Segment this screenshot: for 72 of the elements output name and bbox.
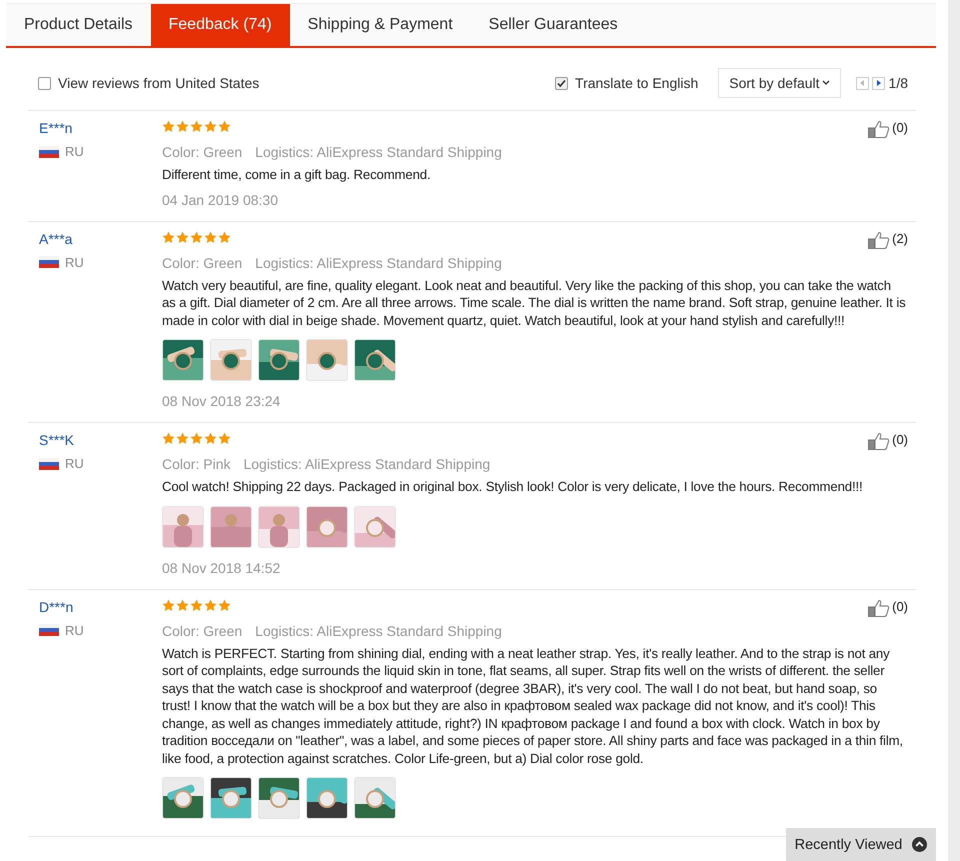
flag-icon [39,624,59,636]
star-icon [162,120,175,133]
country-code: RU [65,622,84,638]
thumbs-up-icon[interactable] [868,598,890,616]
flag-icon [39,146,59,158]
logistics-info: Logistics: AliExpress Standard Shipping [255,254,502,270]
star-icon [176,432,189,445]
logistics-info: Logistics: AliExpress Standard Shipping [255,622,502,638]
star-icon [162,598,175,612]
star-icon [190,230,203,244]
star-icon [176,230,189,244]
left-arrow-icon [860,80,865,86]
country-code: RU [65,254,84,270]
chevron-up-icon [912,837,928,852]
checkbox[interactable] [555,76,568,90]
review-text: Watch very beautiful, are fine, quality elegant. Look neat and beautiful. Very like the packing of this shop, you can take the watch as a gift. Dial diameter of 2 cm. Are all three arrows. Time scale. The dial is written the name brand. Soft strap, genuine leather. It is made in color with dial in beige shade. Movement quartz, quiet. Watch beautiful, look at your hand stylish and carefully!!! [162,276,907,329]
star-icon [218,598,231,612]
reviewer-name[interactable]: A***a [39,230,162,246]
checkbox-label: Translate to English [575,75,698,91]
check-icon [557,78,566,88]
color-info: Color: Green [162,622,242,638]
star-icon [190,120,203,133]
right-arrow-icon [876,80,881,86]
reviewer-name[interactable]: S***K [39,432,162,448]
helpful-count: (2) [892,230,908,246]
review-text: Different time, come in a gift bag. Recommend. [162,166,432,184]
helpful-count: (0) [892,432,908,447]
thumbs-up-icon[interactable] [868,120,890,138]
checkbox[interactable] [38,76,51,90]
color-info: Color: Green [162,144,242,160]
review-text: Cool watch! Shipping 22 days. Packaged in original box. Stylish look! Color is very delicate, I love the hours. Recommend!!! [162,478,864,496]
star-icon [204,598,217,612]
star-icon [218,230,231,244]
reviewer-name[interactable]: D***n [39,598,162,614]
tab[interactable]: Product Details [6,4,150,46]
tab[interactable]: Shipping & Payment [290,4,471,46]
star-icon [204,120,217,133]
caret-icon [822,80,830,86]
star-icon [218,120,231,133]
star-icon [176,120,189,133]
star-icon [176,598,189,612]
recently-viewed-button[interactable]: Recently Viewed [786,828,936,861]
checkbox-label: View reviews from United States [58,75,260,91]
review-date: 08 Nov 2018 23:24 [162,393,282,409]
star-icon [162,230,175,244]
helpful-count: (0) [892,120,908,135]
helpful-count: (0) [892,598,908,614]
star-icon [218,432,231,445]
star-icon [162,432,175,445]
logistics-info: Logistics: AliExpress Standard Shipping [243,456,490,472]
flag-icon [39,458,59,470]
flag-icon [39,256,59,268]
reviewer-name[interactable]: E***n [39,120,162,136]
star-icon [190,432,203,445]
country-code: RU [65,144,84,159]
next-page-button[interactable] [872,76,885,90]
tab[interactable]: Feedback (74) [150,4,290,46]
thumbs-up-icon[interactable] [868,230,890,248]
color-info: Color: Green [162,254,242,270]
page-indicator: 1/8 [888,75,908,91]
star-icon [204,432,217,445]
review-text: Watch is PERFECT. Starting from shining dial, ending with a neat leather strap. Yes, it's really leather. And to the strap is not any sort of complaints, edge surrounds the liquid skin in tone, flat seams, all super. Strap fits well on the wrists of different. the seller says that the watch case is shockproof and waterproof (degree 3BAR), it's very cool. The wall I do not beat, but hand soap, so trust! I know that the watch will be a box but they are also in крафтовом sealed wax package did not know, and it's cool)! This change, as well as changes immediately attitude, right?) IN крафтовом package I and found a box with clock. Watch in box by tradition восседали on "leather", was a label, and some pieces of paper store. All shiny parts and face was packaged in a thin film, like food, a protection against scratches. Color Life-green, but a) Dial color rose gold. [162,644,904,767]
star-icon [190,598,203,612]
thumbs-up-icon[interactable] [868,432,890,450]
color-info: Color: Pink [162,456,230,472]
review-date: 04 Jan 2019 08:30 [162,192,279,208]
tab[interactable]: Seller Guarantees [470,4,636,46]
country-code: RU [65,456,84,471]
logistics-info: Logistics: AliExpress Standard Shipping [255,144,502,160]
star-icon [204,230,217,244]
review-date: 08 Nov 2018 14:52 [162,560,282,576]
sort-dropdown[interactable]: Sort by default [718,68,841,98]
